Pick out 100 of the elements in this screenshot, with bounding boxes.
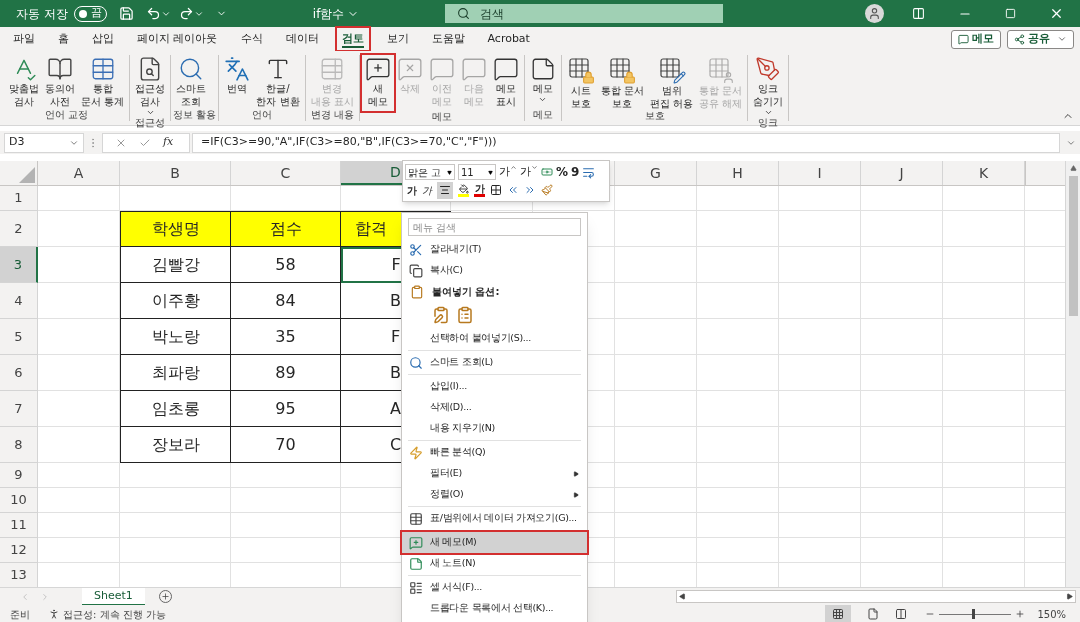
row-header[interactable]: 6: [0, 355, 38, 391]
sheet-tab[interactable]: Sheet1: [82, 587, 145, 606]
menu-item[interactable]: 드롭다운 목록에서 선택(K)...: [402, 598, 587, 619]
ribbon-tab[interactable]: 삽입: [87, 28, 119, 50]
row-header[interactable]: 7: [0, 391, 38, 427]
ribbon-tab[interactable]: 보기: [381, 28, 414, 50]
row-header[interactable]: 8: [0, 427, 38, 463]
row-header[interactable]: 10: [0, 488, 38, 513]
percent-button[interactable]: %: [556, 163, 569, 181]
page-break-icon[interactable]: [895, 608, 908, 620]
ribbon-tab[interactable]: 검토: [336, 28, 369, 50]
ribbon-button[interactable]: 범위 편집 허용: [646, 55, 697, 110]
borders-icon[interactable]: [490, 184, 502, 196]
italic-button[interactable]: 가: [422, 182, 432, 198]
column-header[interactable]: G: [615, 161, 697, 185]
page-layout-icon[interactable]: [867, 608, 880, 620]
menu-item[interactable]: 필터(E): [402, 463, 587, 484]
insert-function-button[interactable]: fx: [163, 134, 174, 151]
column-header[interactable]: H: [697, 161, 779, 185]
ribbon-button[interactable]: 메모 표시: [489, 55, 522, 108]
ribbon-button[interactable]: 통합 문서 통계: [78, 55, 128, 108]
font-size-field[interactable]: 11: [458, 164, 496, 180]
paste-icon[interactable]: [432, 306, 450, 324]
save-icon[interactable]: [118, 6, 134, 21]
row-header[interactable]: 12: [0, 538, 38, 563]
format-painter-icon[interactable]: [541, 184, 553, 196]
ribbon-button[interactable]: 잉크 숨기기: [750, 55, 787, 117]
column-header[interactable]: I: [779, 161, 861, 185]
row-header[interactable]: 13: [0, 563, 38, 587]
decrease-decimal-icon[interactable]: [507, 184, 519, 196]
paste-values-icon[interactable]: [456, 306, 474, 324]
scroll-thumb[interactable]: [1068, 176, 1078, 316]
row-header[interactable]: 1: [0, 186, 38, 211]
row-header[interactable]: 2: [0, 211, 38, 247]
ribbon-button[interactable]: 통합 문서 보호: [597, 55, 647, 110]
column-header[interactable]: B: [120, 161, 231, 185]
ribbon-tab[interactable]: 도움말: [426, 28, 470, 50]
maximize-icon[interactable]: [1005, 8, 1016, 19]
ribbon-button[interactable]: 새 메모: [361, 55, 394, 111]
font-name-field[interactable]: 맑은 고: [405, 164, 455, 180]
menu-item[interactable]: 새 메모(M): [402, 532, 587, 553]
accounting-icon[interactable]: [541, 166, 553, 178]
formula-field[interactable]: =IF(C3>=90,"A",IF(C3>=80,"B",IF(C3>=70,"C","F"))): [192, 132, 1060, 153]
name-box[interactable]: D3: [4, 132, 84, 153]
bold-button[interactable]: 가: [407, 182, 417, 198]
row-header[interactable]: 11: [0, 513, 38, 538]
ribbon-tab[interactable]: 페이지 레이아웃: [132, 28, 223, 50]
ribbon-button[interactable]: 한글/ 한자 변환: [253, 55, 303, 108]
comma-button[interactable]: 9: [571, 163, 580, 181]
grow-font-button[interactable]: 가: [499, 163, 517, 181]
ribbon-button[interactable]: 번역: [221, 55, 254, 95]
close-icon[interactable]: [1049, 6, 1064, 21]
ribbon-tab[interactable]: Acrobat: [482, 28, 535, 50]
shrink-font-button[interactable]: 가: [520, 163, 538, 181]
row-header[interactable]: 5: [0, 319, 38, 355]
ribbon-display-icon[interactable]: [912, 7, 925, 20]
file-name[interactable]: if함수: [312, 4, 360, 23]
row-header[interactable]: 9: [0, 463, 38, 488]
zoom-slider[interactable]: [939, 609, 1012, 619]
menu-item[interactable]: 표/범위에서 데이터 가져오기(G)...: [402, 508, 587, 529]
scroll-left-icon[interactable]: [679, 593, 686, 600]
increase-decimal-icon[interactable]: [524, 184, 536, 196]
row-header[interactable]: 3: [0, 247, 38, 283]
fill-color-icon[interactable]: [458, 183, 469, 197]
ribbon-tab[interactable]: 데이터: [280, 28, 324, 50]
top-button[interactable]: 메모: [951, 29, 1001, 49]
horizontal-scrollbar[interactable]: [676, 590, 1076, 603]
zoom-level[interactable]: 150%: [1037, 606, 1066, 622]
normal-view-icon[interactable]: [825, 605, 852, 622]
ribbon-button[interactable]: 시트 보호: [563, 55, 598, 110]
avatar-icon[interactable]: [865, 4, 884, 23]
zoom-thumb[interactable]: [971, 609, 975, 619]
accessibility-status[interactable]: 접근성: 계속 진행 가능: [63, 606, 166, 622]
ribbon-tab[interactable]: 파일: [8, 28, 40, 50]
top-button[interactable]: 공유: [1007, 29, 1074, 49]
redo-icon[interactable]: [178, 6, 194, 21]
ribbon-button[interactable]: 동의어 사전: [42, 55, 78, 108]
wrap-text-icon[interactable]: [582, 165, 596, 179]
scroll-right-icon[interactable]: [1066, 593, 1073, 600]
menu-search-field[interactable]: 메뉴 검색: [408, 218, 581, 236]
accessibility-icon[interactable]: [48, 608, 60, 620]
column-header[interactable]: A: [38, 161, 120, 185]
column-header[interactable]: J: [861, 161, 943, 185]
menu-item[interactable]: 정렬(O): [402, 484, 587, 505]
column-header[interactable]: K: [943, 161, 1025, 185]
search-field[interactable]: 검색: [445, 4, 724, 23]
undo-icon[interactable]: [145, 6, 161, 21]
menu-item[interactable]: 셀 서식(F)...: [402, 577, 587, 598]
ribbon-button[interactable]: 메모: [526, 55, 559, 104]
ribbon-button[interactable]: 맞춤법 검사: [6, 55, 42, 108]
ribbon-tab[interactable]: 수식: [235, 28, 268, 50]
zoom-in-icon[interactable]: [1015, 609, 1026, 619]
menu-item[interactable]: 새 노트(N): [402, 553, 587, 574]
ribbon-tab[interactable]: 홈: [53, 28, 74, 50]
ribbon-button[interactable]: 스마트 조회: [173, 55, 210, 108]
ribbon-button[interactable]: 접근성 검사: [132, 55, 169, 117]
vertical-scrollbar[interactable]: [1065, 161, 1080, 587]
scroll-up-icon[interactable]: [1069, 165, 1077, 172]
align-center-button[interactable]: [437, 181, 453, 199]
row-header[interactable]: 4: [0, 283, 38, 319]
